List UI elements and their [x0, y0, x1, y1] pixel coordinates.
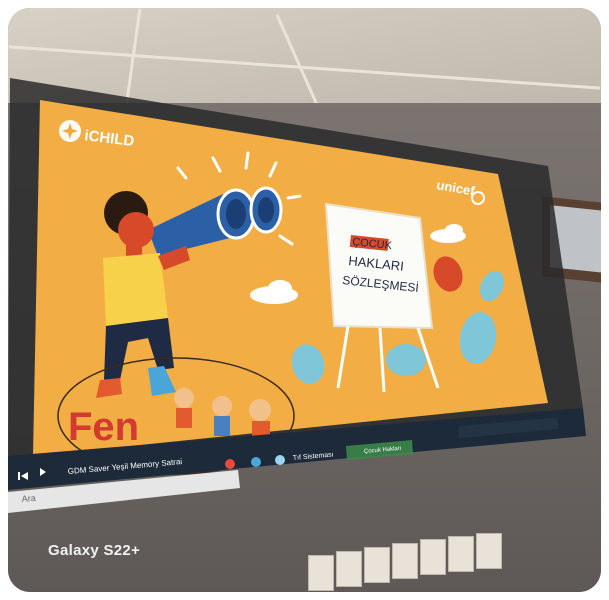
- projected-screen: iCHILD unicef ÇOCUK HAKLARI SÖZLEŞMESİ F…: [8, 78, 586, 513]
- wall-cards: [308, 533, 528, 592]
- device-caption: Galaxy S22+: [48, 542, 141, 559]
- watermark-text: Fen: [68, 405, 139, 449]
- ichild-logo-icon: [59, 120, 81, 142]
- photo-frame: iCHILD unicef ÇOCUK HAKLARI SÖZLEŞMESİ F…: [8, 8, 601, 592]
- search-placeholder: Ara: [21, 493, 36, 504]
